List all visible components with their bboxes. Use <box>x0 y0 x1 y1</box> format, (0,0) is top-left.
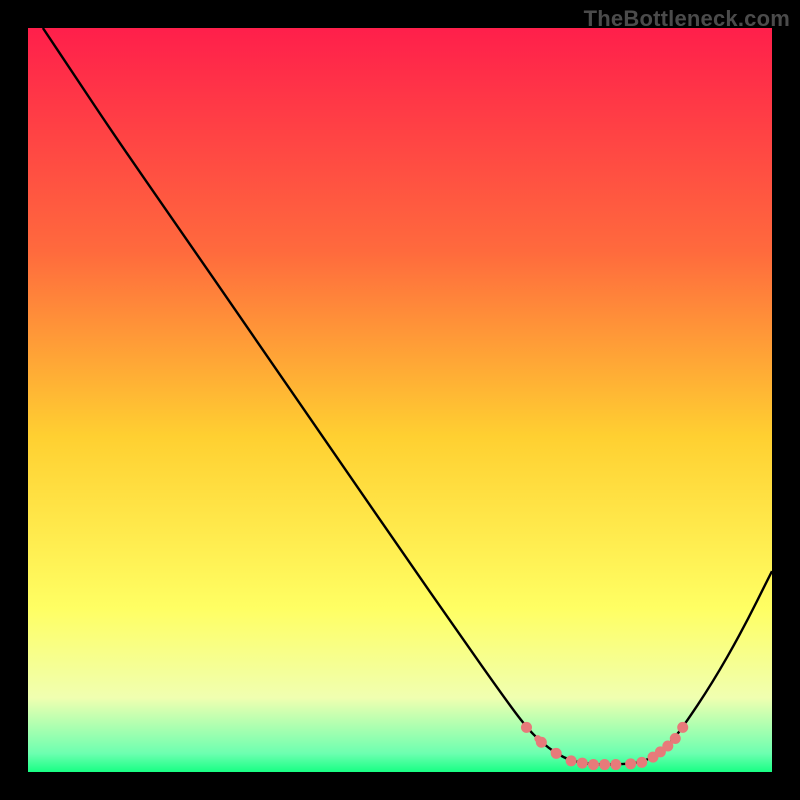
plot-area <box>28 28 772 772</box>
highlight-point <box>625 758 636 769</box>
highlight-point <box>521 722 532 733</box>
bottleneck-chart <box>28 28 772 772</box>
watermark-text: TheBottleneck.com <box>584 6 790 32</box>
highlight-point <box>551 748 562 759</box>
highlight-point <box>670 733 681 744</box>
highlight-point <box>677 722 688 733</box>
highlight-point <box>577 758 588 769</box>
highlight-point <box>566 755 577 766</box>
highlight-point <box>636 757 647 768</box>
highlight-point <box>536 737 547 748</box>
highlight-point <box>588 759 599 770</box>
highlight-point <box>610 759 621 770</box>
highlight-point <box>599 759 610 770</box>
chart-frame: TheBottleneck.com <box>0 0 800 800</box>
gradient-background <box>28 28 772 772</box>
